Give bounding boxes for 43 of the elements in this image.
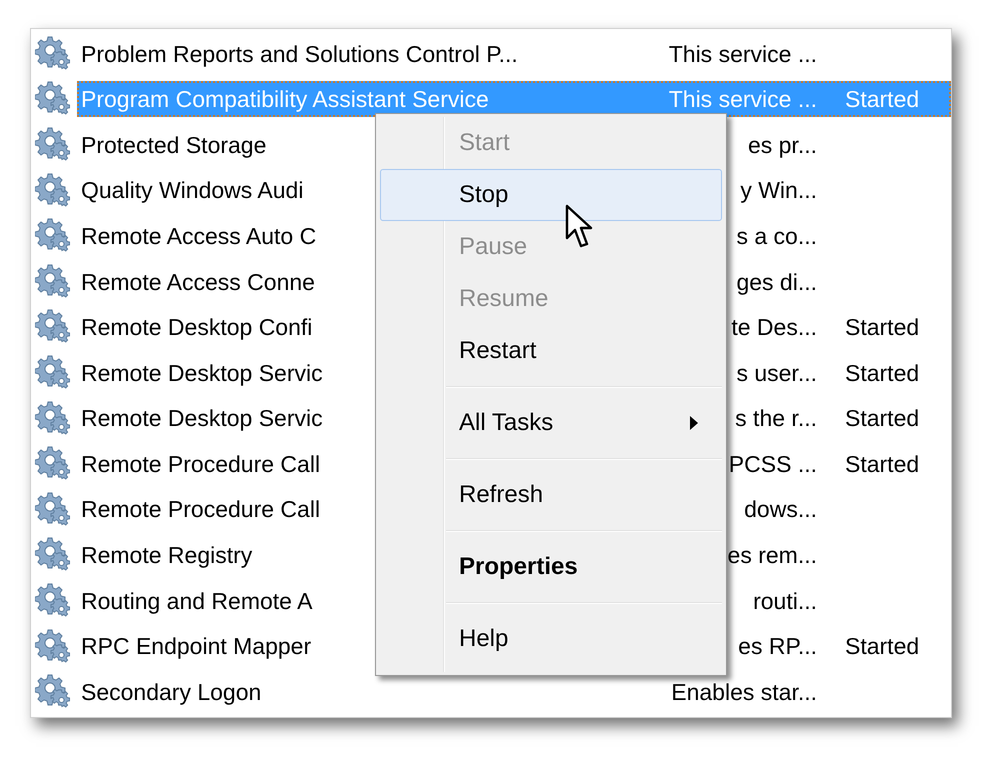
service-name: Remote Registry xyxy=(80,541,252,570)
service-description: te Des... xyxy=(731,313,817,342)
service-description: Enables star... xyxy=(671,678,817,707)
service-description: s a co... xyxy=(736,222,817,251)
service-name: Remote Desktop Servic xyxy=(80,404,323,434)
service-status: Started xyxy=(845,404,920,434)
menu-item[interactable]: Properties xyxy=(380,541,722,593)
service-name: Problem Reports and Solutions Control P... xyxy=(80,40,518,69)
service-status: Started xyxy=(845,358,920,388)
service-description: routi... xyxy=(753,586,817,616)
service-status: Started xyxy=(845,450,920,479)
service-description: dows... xyxy=(744,495,817,524)
menu-item[interactable]: Restart xyxy=(380,325,722,377)
service-name: Routing and Remote A xyxy=(80,586,312,616)
service-name: Remote Procedure Call xyxy=(80,495,320,524)
service-name: Quality Windows Audi xyxy=(80,176,304,206)
service-name: Protected Storage xyxy=(80,130,266,160)
service-name: RPC Endpoint Mapper xyxy=(80,632,312,662)
service-name: Secondary Logon xyxy=(80,678,262,707)
mouse-pointer-icon xyxy=(565,204,595,250)
service-name: Remote Desktop Confi xyxy=(80,313,312,342)
service-description: This service ... xyxy=(668,85,817,114)
service-name: Remote Access Auto C xyxy=(80,222,316,251)
service-description: es pr... xyxy=(748,130,817,160)
service-description: y Win... xyxy=(740,176,817,206)
service-description: ges di... xyxy=(736,268,817,297)
service-description: es rem... xyxy=(728,541,817,570)
service-name: Remote Procedure Call xyxy=(80,450,320,479)
service-status: Started xyxy=(845,85,920,114)
service-description: PCSS ... xyxy=(728,450,817,479)
service-name: Remote Access Conne xyxy=(80,268,315,297)
menu-item[interactable]: All Tasks xyxy=(380,397,722,449)
service-description: s the r... xyxy=(735,404,817,434)
service-status: Started xyxy=(845,313,920,342)
service-description: This service ... xyxy=(668,40,817,69)
menu-item[interactable]: Refresh xyxy=(380,469,722,521)
service-description: s user... xyxy=(736,358,817,388)
service-description: es RP... xyxy=(738,632,817,662)
service-name: Program Compatibility Assistant Service xyxy=(80,85,489,114)
menu-item[interactable]: Stop xyxy=(380,169,722,221)
menu-item[interactable]: Help xyxy=(380,613,722,665)
service-status: Started xyxy=(845,632,920,662)
service-name: Remote Desktop Servic xyxy=(80,358,323,388)
